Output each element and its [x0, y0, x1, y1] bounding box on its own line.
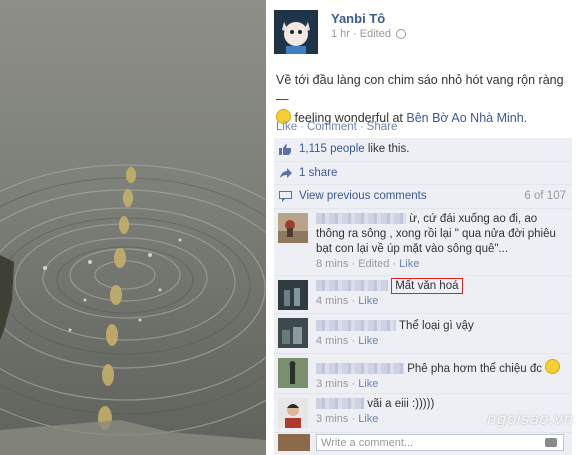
- commenter-name-blurred[interactable]: [316, 398, 364, 410]
- author-avatar-image: [274, 10, 318, 54]
- post-meta: 1 hr · Edited: [331, 28, 407, 40]
- view-previous-comments-link[interactable]: View previous comments: [299, 190, 427, 202]
- comment-like-link[interactable]: Like: [358, 413, 378, 425]
- commenter-avatar[interactable]: [278, 318, 308, 348]
- comment-time[interactable]: 4 mins: [316, 295, 348, 307]
- post-actions: Like · Comment · Share: [276, 121, 398, 133]
- comment-edited[interactable]: Edited: [358, 258, 389, 270]
- commenter-avatar[interactable]: [278, 280, 308, 310]
- comment-text: Mất văn hoá: [391, 278, 463, 294]
- place-link[interactable]: Bên Bờ Ao Nhà Minh.: [406, 111, 527, 125]
- commenter-avatar-image: [278, 358, 308, 388]
- pond-ripples-image: [0, 164, 266, 455]
- camera-icon[interactable]: [545, 438, 557, 447]
- commenter-name-blurred[interactable]: [316, 213, 406, 225]
- comment-bubble-icon: [279, 191, 292, 202]
- shares-row: 1 share: [274, 162, 572, 185]
- watermark: ngoisao.vn: [487, 410, 574, 428]
- comment-text: Phê pha hơm thể chiệu đc: [407, 363, 542, 375]
- author-name[interactable]: Yanbi Tô: [331, 11, 385, 26]
- edited-label[interactable]: Edited: [360, 28, 391, 40]
- like-button[interactable]: Like: [276, 121, 297, 133]
- write-comment-row: Write a comment...: [278, 434, 566, 451]
- commenter-avatar-image: [278, 280, 308, 310]
- view-previous-row: View previous comments 6 of 107: [274, 185, 572, 209]
- author-avatar[interactable]: [274, 10, 318, 54]
- comment-item: Phê pha hơm thể chiệu đc 3 mins · Like: [274, 354, 572, 394]
- comment-item: Mất văn hoá 4 mins · Like: [274, 276, 572, 314]
- comment-like-link[interactable]: Like: [358, 295, 378, 307]
- comment-like-link[interactable]: Like: [399, 258, 419, 270]
- commenter-avatar-image: [278, 318, 308, 348]
- commenter-avatar-image: [278, 398, 308, 428]
- thumbs-up-icon: [279, 144, 291, 155]
- post-body: Về tới đầu làng con chim sáo nhỏ hót van…: [276, 73, 564, 106]
- likes-suffix: like this.: [367, 143, 410, 155]
- commenter-name-blurred[interactable]: [316, 280, 388, 292]
- commenter-name-blurred[interactable]: [316, 320, 396, 332]
- comment-time[interactable]: 4 mins: [316, 335, 348, 347]
- smile-emoticon-icon: [545, 359, 561, 374]
- comment-text: Thể loại gì vậy: [399, 320, 474, 332]
- my-avatar: [278, 434, 310, 451]
- comment-item: Thể loại gì vậy 4 mins · Like: [274, 314, 572, 354]
- globe-icon[interactable]: [396, 29, 407, 40]
- share-button[interactable]: Share: [367, 121, 398, 133]
- comment-button[interactable]: Comment: [307, 121, 357, 133]
- comment-like-link[interactable]: Like: [358, 378, 378, 390]
- post-panel: Yanbi Tô 1 hr · Edited Về tới đầu làng c…: [266, 0, 580, 455]
- comment-input[interactable]: Write a comment...: [316, 434, 564, 451]
- commenter-name-blurred[interactable]: [316, 363, 404, 375]
- ufi-box: 1,115 people like this. 1 share View pre…: [274, 138, 572, 455]
- likes-count-link[interactable]: 1,115 people: [299, 143, 365, 155]
- post-header: Yanbi Tô 1 hr · Edited: [274, 10, 574, 56]
- post-message: Về tới đầu làng con chim sáo nhỏ hót van…: [276, 71, 572, 128]
- comment-like-link[interactable]: Like: [358, 335, 378, 347]
- commenter-avatar[interactable]: [278, 213, 308, 243]
- post-time[interactable]: 1 hr: [331, 28, 350, 40]
- post-photo[interactable]: [0, 0, 266, 455]
- comment-input-placeholder: Write a comment...: [321, 437, 414, 449]
- comment-text: vãi a eiii :))))): [367, 398, 435, 410]
- comment-time[interactable]: 3 mins: [316, 378, 348, 390]
- commenter-avatar-image: [278, 213, 308, 243]
- comment-time[interactable]: 8 mins: [316, 258, 348, 270]
- commenter-avatar[interactable]: [278, 398, 308, 428]
- share-icon: [280, 168, 292, 178]
- shares-link[interactable]: 1 share: [299, 167, 337, 179]
- comment-count: 6 of 107: [524, 190, 566, 202]
- commenter-avatar[interactable]: [278, 358, 308, 388]
- comment-item: ừ, cứ đái xuống ao đi, ao thông ra sông …: [274, 209, 572, 276]
- likes-row: 1,115 people like this.: [274, 138, 572, 162]
- comment-time[interactable]: 3 mins: [316, 413, 348, 425]
